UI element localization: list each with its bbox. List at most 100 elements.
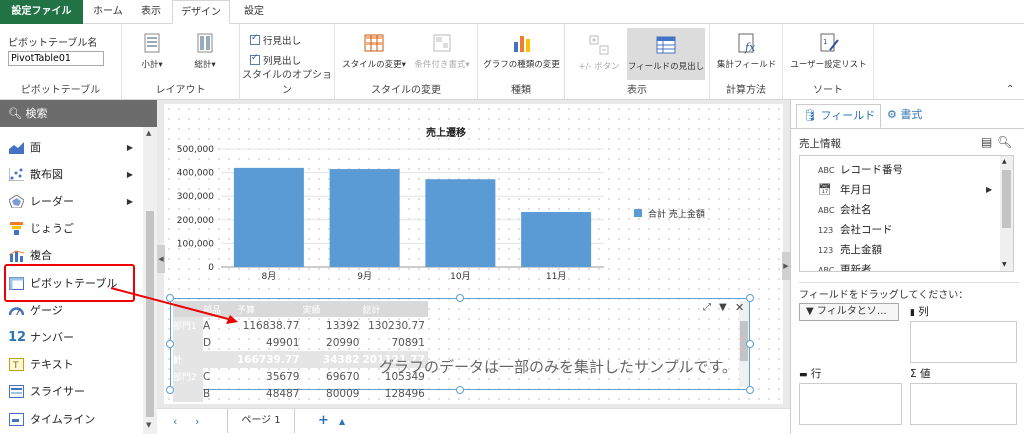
field-header-button[interactable]: フィールドの見出し (627, 28, 705, 80)
field-name: 会社コード (840, 224, 893, 236)
field-name: レコード番号 (840, 164, 903, 176)
group-style-options: 行見出し 列見出し スタイルのオプション (240, 24, 335, 100)
custom-list-button[interactable]: 1 ユーザー設定リスト (785, 32, 872, 70)
visual-item-slicer[interactable]: スライサー (0, 378, 143, 405)
visual-item-area[interactable]: 面 ▶ (0, 134, 143, 161)
values-section-label: Σ 値 (910, 366, 930, 381)
checkbox-checked-icon (250, 53, 260, 65)
resize-handle[interactable] (166, 340, 174, 348)
group-type: グラフの種類の変更 種類 (478, 24, 565, 100)
scroll-up-icon[interactable]: ▲ (146, 129, 151, 137)
resize-handle[interactable] (166, 386, 174, 394)
resize-handle[interactable] (166, 294, 174, 302)
bar[interactable] (521, 212, 592, 267)
pivot-row-group (173, 334, 203, 351)
scroll-thumb[interactable] (1002, 170, 1011, 228)
grandtotal-label: 総計 (194, 60, 212, 70)
style-change-button[interactable]: スタイルの変更▾ (339, 32, 409, 70)
tab-design[interactable]: デザイン (172, 0, 230, 24)
visual-item-text[interactable]: T テキスト (0, 351, 143, 378)
scroll-up-icon[interactable]: ▲ (1002, 158, 1007, 165)
visual-search-bar[interactable]: 🔍︎ 検索 (0, 100, 157, 127)
visual-item-label: ゲージ (30, 304, 63, 317)
rows-dropzone[interactable] (799, 383, 902, 425)
pivot-row: B 48487 80009 128496 (173, 385, 428, 402)
sales-chart[interactable]: 売上遷移 500,000 400,000 300,000 200,000 100,000… (164, 118, 724, 286)
collapse-right-handle[interactable]: ▶ (782, 252, 790, 280)
bar[interactable] (233, 167, 304, 267)
scroll-down-icon[interactable]: ▼ (1002, 261, 1007, 268)
filter-sort-chip[interactable]: ▼ フィルタとソ… (799, 303, 899, 321)
field-item[interactable]: 123 会社コード (818, 222, 893, 237)
conditional-format-button[interactable]: 条件付き書式▾ (409, 32, 475, 70)
visual-item-radar[interactable]: レーダー ▶ (0, 188, 143, 215)
visual-item-number[interactable]: 12 ナンバー (0, 324, 143, 351)
scroll-thumb[interactable] (146, 211, 154, 417)
field-list: ABC レコード番号 📅︎ 年月日 ▶ ABC 会社名 123 会社コード 123 売上金… (799, 155, 1014, 272)
page-menu-icon[interactable]: ▲ (339, 417, 345, 426)
database-icon: 🛢︎ (803, 109, 817, 122)
tab-file[interactable]: 設定ファイル (0, 0, 83, 24)
pivot-header-cell: 実績 (302, 305, 321, 316)
field-header-label: フィールドの見出し (627, 62, 705, 72)
bar[interactable] (425, 179, 496, 267)
chevron-right-icon[interactable]: ▶ (986, 185, 992, 194)
filter-chip-label: フィルタとソ… (816, 306, 887, 317)
visual-item-funnel[interactable]: じょうご (0, 215, 143, 242)
pivot-name-label: ピボットテーブル名 (8, 38, 98, 49)
page-bar: ‹ › ページ 1 + ▲ (157, 408, 790, 434)
tab-home[interactable]: ホーム (85, 0, 131, 24)
rows-icon: ▬ (799, 370, 808, 380)
chart-type-change-button[interactable]: グラフの種類の変更 (480, 32, 563, 70)
field-item[interactable]: 123 売上金額 (818, 242, 882, 257)
tab-format[interactable]: ⚙ 書式 (887, 104, 922, 128)
tab-settings[interactable]: 設定 (236, 0, 272, 24)
next-page-icon[interactable]: › (195, 415, 199, 428)
pivot-table-visual[interactable]: 部品 予算 実績 総計 部門1 A 116838.77 13392 130230.77 D… (170, 298, 750, 402)
row-header-checkbox[interactable]: 行見出し (250, 33, 301, 47)
tab-view[interactable]: 表示 (133, 0, 169, 24)
prev-page-icon[interactable]: ‹ (173, 415, 177, 428)
field-item[interactable]: ABC 会社名 (818, 202, 872, 217)
resize-handle[interactable] (456, 386, 464, 394)
plusminus-label: +/- ボタン (578, 62, 620, 72)
col-header-checkbox[interactable]: 列見出し (250, 53, 301, 67)
style-change-label: スタイルの変更 (342, 60, 402, 70)
group-display-label: 表示 (627, 85, 647, 96)
columns-dropzone[interactable] (910, 321, 1017, 363)
y-tick-label: 200,000 (177, 216, 214, 226)
values-dropzone[interactable] (910, 383, 1017, 425)
expand-icon[interactable]: ⤢ (703, 302, 711, 313)
tab-fields[interactable]: 🛢︎ フィールド (796, 104, 881, 128)
pivot-row-group: 部門2 (173, 368, 203, 385)
search-fields-icon[interactable]: 🔍︎ (997, 135, 1012, 149)
resize-handle[interactable] (746, 386, 754, 394)
field-item[interactable]: ABC 更新者 (818, 262, 872, 272)
resize-handle[interactable] (746, 294, 754, 302)
page-tab-1[interactable]: ページ 1 (227, 409, 295, 433)
pivot-name-input[interactable] (8, 51, 104, 66)
filter-icon[interactable]: ▼ (719, 302, 727, 313)
calc-field-button[interactable]: fx 集計フィールド (712, 32, 781, 70)
text-type-icon: ABC (818, 266, 835, 272)
group-sort-label: ソート (813, 85, 843, 96)
add-page-icon[interactable]: + (318, 413, 329, 428)
resize-handle[interactable] (456, 294, 464, 302)
visual-item-scatter[interactable]: 散布図 ▶ (0, 161, 143, 188)
field-item[interactable]: ABC レコード番号 (818, 162, 903, 177)
visual-item-timeline[interactable]: タイムライン (0, 406, 143, 433)
field-item[interactable]: 📅︎ 年月日 (818, 182, 872, 197)
pivot-value-cell: 128496 (384, 387, 425, 400)
left-panel-scrollbar[interactable]: ▲ ▼ (143, 127, 157, 434)
plusminus-button[interactable]: +/- ボタン (571, 28, 627, 80)
close-icon[interactable]: ✕ (735, 301, 744, 314)
bar[interactable] (329, 169, 400, 267)
resize-handle[interactable] (746, 340, 754, 348)
collapse-ribbon-icon[interactable]: ⌃ (1006, 84, 1014, 95)
grandtotal-button[interactable]: 総計▾ (190, 32, 220, 70)
subtotal-button[interactable]: 小計▾ (137, 32, 167, 70)
scroll-down-icon[interactable]: ▼ (146, 421, 151, 429)
list-view-icon[interactable]: ▤ (981, 135, 992, 149)
number-icon: 12 (8, 330, 27, 345)
field-list-scrollbar[interactable]: ▲ ▼ (1000, 156, 1013, 271)
